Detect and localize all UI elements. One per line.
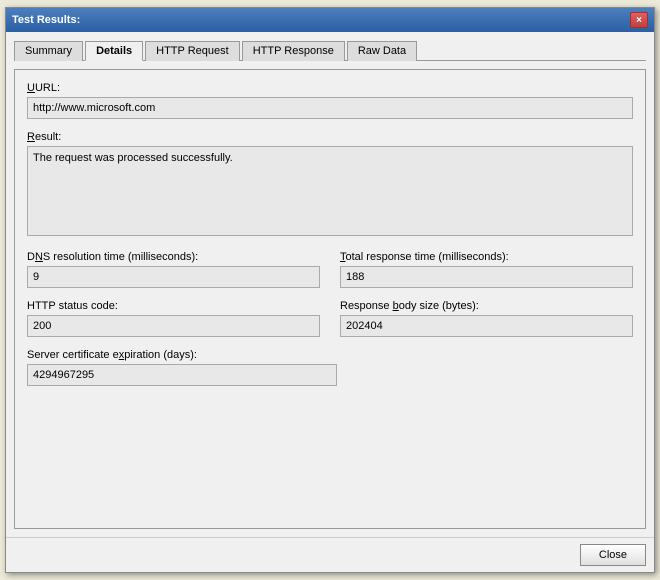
response-body-group: Response body size (bytes): xyxy=(340,300,633,337)
dns-label: DNS resolution time (milliseconds): xyxy=(27,251,320,263)
tab-details[interactable]: Details xyxy=(85,41,143,61)
result-textarea[interactable]: The request was processed successfully. xyxy=(27,146,633,236)
window-title: Test Results: xyxy=(12,14,80,26)
dns-group: DNS resolution time (milliseconds): xyxy=(27,251,320,288)
title-bar: Test Results: × xyxy=(6,8,654,32)
metrics-row-1: DNS resolution time (milliseconds): Tota… xyxy=(27,251,633,300)
tab-http-request[interactable]: HTTP Request xyxy=(145,41,240,61)
cert-expiry-group: Server certificate expiration (days): xyxy=(27,349,337,386)
metrics-row-2: HTTP status code: Response body size (by… xyxy=(27,300,633,349)
http-status-col: HTTP status code: xyxy=(27,300,320,349)
dns-col: DNS resolution time (milliseconds): xyxy=(27,251,320,300)
tab-bar: Summary Details HTTP Request HTTP Respon… xyxy=(14,40,646,61)
response-body-input[interactable] xyxy=(340,315,633,337)
tab-http-response[interactable]: HTTP Response xyxy=(242,41,345,61)
url-group: UURL: xyxy=(27,82,633,119)
window-body: Summary Details HTTP Request HTTP Respon… xyxy=(6,32,654,537)
tab-raw-data[interactable]: Raw Data xyxy=(347,41,417,61)
response-body-col: Response body size (bytes): xyxy=(340,300,633,349)
main-window: Test Results: × Summary Details HTTP Req… xyxy=(5,7,655,573)
total-response-label: Total response time (milliseconds): xyxy=(340,251,633,263)
http-status-label: HTTP status code: xyxy=(27,300,320,312)
title-close-button[interactable]: × xyxy=(630,12,648,28)
cert-expiry-label: Server certificate expiration (days): xyxy=(27,349,337,361)
close-button[interactable]: Close xyxy=(580,544,646,566)
cert-expiry-input[interactable] xyxy=(27,364,337,386)
tab-summary[interactable]: Summary xyxy=(14,41,83,61)
dns-input[interactable] xyxy=(27,266,320,288)
url-label: UURL: xyxy=(27,82,633,94)
total-response-group: Total response time (milliseconds): xyxy=(340,251,633,288)
total-response-col: Total response time (milliseconds): xyxy=(340,251,633,300)
result-label: Result: xyxy=(27,131,633,143)
result-group: Result: The request was processed succes… xyxy=(27,131,633,239)
bottom-bar: Close xyxy=(6,537,654,572)
content-panel: UURL: Result: The request was processed … xyxy=(14,69,646,529)
total-response-input[interactable] xyxy=(340,266,633,288)
response-body-label: Response body size (bytes): xyxy=(340,300,633,312)
http-status-group: HTTP status code: xyxy=(27,300,320,337)
http-status-input[interactable] xyxy=(27,315,320,337)
url-input[interactable] xyxy=(27,97,633,119)
